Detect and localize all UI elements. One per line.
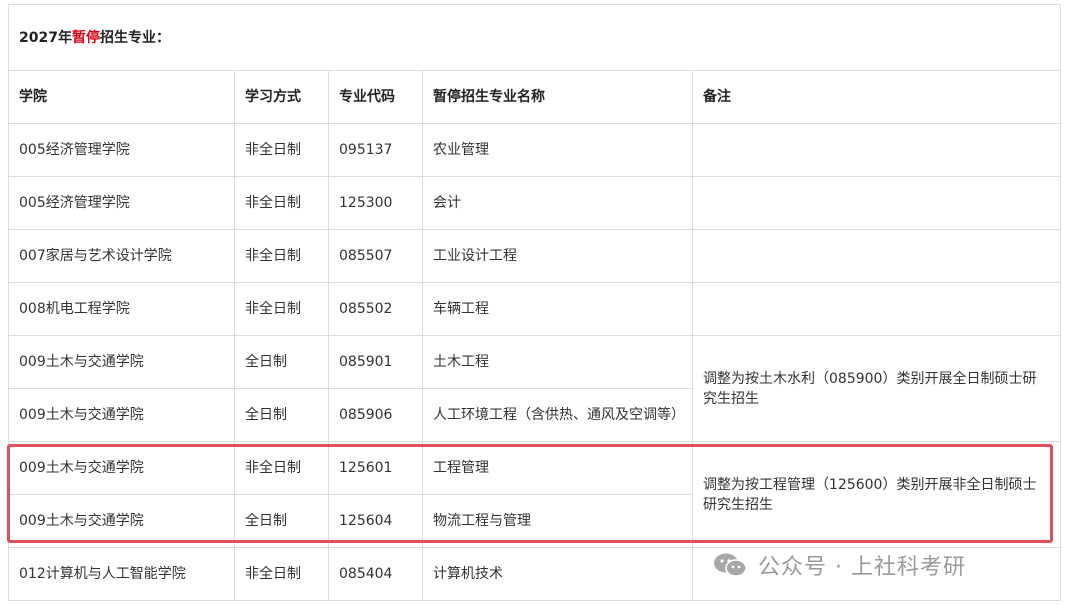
table-row: 007家居与艺术设计学院 非全日制 085507 工业设计工程 — [8, 229, 1062, 283]
cell-remarks-engineering-mgmt: 调整为按工程管理（125600）类别开展非全日制硕士研究生招生 — [691, 441, 1062, 548]
cell-major-name: 人工环境工程（含供热、通风及空调等） — [422, 388, 693, 442]
header-major-name: 暂停招生专业名称 — [422, 70, 693, 124]
cell-major-name: 物流工程与管理 — [422, 494, 693, 548]
cell-major-name: 农业管理 — [422, 123, 693, 177]
cell-remarks-civil: 调整为按土木水利（085900）类别开展全日制硕士研究生招生 — [691, 335, 1062, 442]
cell-study-mode: 非全日制 — [234, 547, 329, 601]
table-row: 005经济管理学院 非全日制 095137 农业管理 — [8, 123, 1062, 177]
header-remarks: 备注 — [691, 70, 1062, 124]
cell-study-mode: 全日制 — [234, 494, 329, 548]
title-highlight: 暂停 — [71, 29, 100, 46]
header-row: 学院 学习方式 专业代码 暂停招生专业名称 备注 — [8, 70, 1062, 124]
cell-major-code: 125604 — [328, 494, 423, 548]
cell-college: 009土木与交通学院 — [8, 335, 235, 389]
cell-remarks — [691, 176, 1062, 230]
cell-remarks — [691, 123, 1062, 177]
header-study-mode: 学习方式 — [234, 70, 329, 124]
cell-college: 005经济管理学院 — [8, 123, 235, 177]
wechat-icon — [714, 553, 747, 577]
cell-major-code: 085906 — [328, 388, 423, 442]
table-row: 009土木与交通学院 非全日制 125601 工程管理 调整为按工程管理（125… — [8, 441, 1062, 548]
cell-study-mode: 非全日制 — [234, 282, 329, 336]
suspended-majors-table: 2027年暂停招生专业： 学院 学习方式 专业代码 暂停招生专业名称 备注 00… — [7, 4, 1062, 601]
watermark-text: 公众号 · 上社科考研 — [758, 555, 966, 580]
cell-major-name: 会计 — [422, 176, 693, 230]
cell-major-code: 085404 — [328, 547, 423, 601]
cell-major-name: 计算机技术 — [422, 547, 693, 601]
cell-major-name: 工程管理 — [422, 441, 693, 495]
title-suffix: 招生专业： — [99, 29, 170, 46]
cell-college: 005经济管理学院 — [8, 176, 235, 230]
cell-college: 008机电工程学院 — [8, 282, 235, 336]
cell-major-code: 095137 — [328, 123, 423, 177]
cell-study-mode: 全日制 — [234, 388, 329, 442]
table-row: 009土木与交通学院 全日制 085901 土木工程 调整为按土木水利（0859… — [8, 335, 1062, 442]
cell-study-mode: 非全日制 — [234, 123, 329, 177]
cell-study-mode: 非全日制 — [234, 176, 329, 230]
table-row: 005经济管理学院 非全日制 125300 会计 — [8, 176, 1062, 230]
cell-major-name: 土木工程 — [422, 335, 693, 389]
cell-major-code: 125601 — [328, 441, 423, 495]
cell-major-name: 工业设计工程 — [422, 229, 693, 283]
cell-major-code: 085502 — [328, 282, 423, 336]
table-row: 008机电工程学院 非全日制 085502 车辆工程 — [8, 282, 1062, 336]
cell-major-code: 085507 — [328, 229, 423, 283]
title-prefix: 2027年 — [19, 29, 72, 46]
cell-college: 012计算机与人工智能学院 — [8, 547, 235, 601]
cell-college: 007家居与艺术设计学院 — [8, 229, 235, 283]
header-major-code: 专业代码 — [328, 70, 423, 124]
cell-study-mode: 全日制 — [234, 335, 329, 389]
cell-study-mode: 非全日制 — [234, 229, 329, 283]
cell-college: 009土木与交通学院 — [8, 494, 235, 548]
watermark: 公众号 · 上社科考研 — [712, 548, 966, 582]
admissions-table-container: 2027年暂停招生专业： 学院 学习方式 专业代码 暂停招生专业名称 备注 00… — [7, 4, 1062, 601]
cell-college: 009土木与交通学院 — [8, 441, 235, 495]
cell-remarks — [691, 229, 1062, 283]
table-title: 2027年暂停招生专业： — [7, 4, 1062, 71]
header-college: 学院 — [8, 70, 235, 124]
cell-remarks — [691, 282, 1062, 336]
cell-major-code: 125300 — [328, 176, 423, 230]
cell-study-mode: 非全日制 — [234, 441, 329, 495]
cell-college: 009土木与交通学院 — [8, 388, 235, 442]
cell-major-code: 085901 — [328, 335, 423, 389]
cell-major-name: 车辆工程 — [422, 282, 693, 336]
